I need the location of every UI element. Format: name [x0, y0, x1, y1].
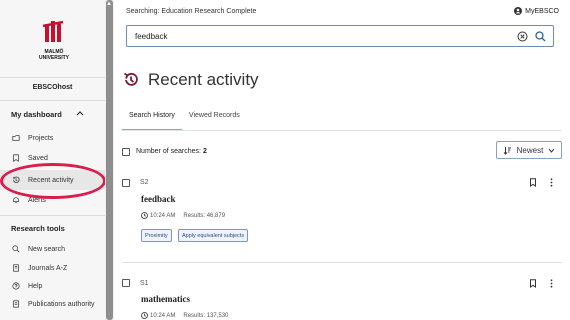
record-meta: 10:24 AM Results: 46,879: [141, 212, 225, 219]
sidebar-scrollbar[interactable]: ▲: [105, 0, 114, 320]
sidebar-divider: [0, 215, 105, 216]
more-options-icon[interactable]: [550, 178, 553, 187]
chevron-down-icon: [548, 148, 555, 153]
logo-text-line2: UNIVERSITY: [38, 55, 69, 61]
sidebar: MALMÖ UNIVERSITY EBSCOhost My dashboard …: [0, 0, 105, 320]
sidebar-divider: [0, 100, 105, 101]
sidebar-item-journals[interactable]: Journals A-Z: [0, 258, 105, 278]
sidebar-item-label: Saved: [28, 154, 48, 162]
search-option-chip: Proximity: [141, 229, 172, 242]
search-option-chip: Apply equivalent subjects: [178, 229, 249, 242]
sidebar-item-new-search[interactable]: New search: [0, 239, 105, 259]
search-submit-icon[interactable]: [535, 31, 546, 42]
record-results: Results: 137,530: [183, 312, 229, 319]
user-account-icon: [514, 7, 523, 15]
number-of-searches-value: 2: [202, 148, 207, 155]
main-content: Searching: Education Research Complete M…: [114, 0, 570, 320]
bookmark-icon[interactable]: [529, 279, 537, 288]
sidebar-item-label: Help: [28, 282, 43, 290]
sidebar-item-label: Projects: [28, 134, 54, 142]
scroll-up-arrow-icon[interactable]: ▲: [106, 1, 112, 7]
more-options-icon[interactable]: [550, 279, 553, 288]
sort-label: Newest: [516, 145, 544, 155]
search-bar: [126, 25, 554, 47]
sidebar-item-alerts[interactable]: Alerts: [0, 190, 105, 210]
document-icon: [11, 299, 21, 309]
sidebar-item-help[interactable]: Help: [0, 276, 105, 296]
searching-database-label: Searching: Education Research Complete: [126, 8, 257, 15]
search-icon: [11, 244, 21, 254]
history-icon: [124, 72, 138, 86]
record-search-term[interactable]: feedback: [141, 194, 176, 204]
sidebar-item-saved[interactable]: Saved: [0, 148, 105, 168]
myebsco-label: MyEBSCO: [525, 7, 559, 15]
clock-icon: [141, 312, 148, 319]
record-number: S1: [140, 280, 149, 287]
research-tools-heading: Research tools: [11, 224, 65, 233]
tabs-divider: [122, 130, 562, 131]
sidebar-item-publications-authority[interactable]: Publications authority: [0, 294, 105, 314]
help-icon: [11, 281, 21, 291]
logo-mark-icon: [42, 20, 64, 42]
record-results: Results: 46,879: [183, 212, 226, 219]
activity-tabs: Search History Viewed Records: [122, 109, 247, 131]
history-icon: [11, 175, 21, 185]
record-number: S2: [140, 179, 149, 186]
sort-dropdown[interactable]: Newest: [496, 141, 562, 159]
logo-text: MALMÖ UNIVERSITY: [34, 49, 74, 61]
clear-search-icon[interactable]: [517, 31, 528, 42]
chevron-up-icon[interactable]: [76, 110, 84, 116]
sidebar-item-recent-activity[interactable]: Recent activity: [0, 170, 105, 190]
scrollbar-thumb[interactable]: [106, 0, 113, 320]
record-checkbox[interactable]: [122, 179, 130, 187]
journal-icon: [11, 263, 21, 273]
record-meta: 10:24 AM Results: 137,530: [141, 312, 228, 319]
sidebar-item-label: Alerts: [28, 196, 46, 204]
bookmark-icon[interactable]: [529, 178, 537, 187]
sidebar-item-label: Journals A-Z: [28, 264, 68, 272]
ebscohost-link[interactable]: EBSCOhost: [0, 84, 105, 91]
page-title: Recent activity: [148, 70, 259, 89]
tab-viewed-records[interactable]: Viewed Records: [182, 109, 247, 131]
bookmark-icon: [11, 153, 21, 163]
sidebar-item-label: Publications authority: [28, 300, 95, 308]
record-actions: [529, 279, 553, 288]
sidebar-divider: [0, 77, 105, 78]
dashboard-heading[interactable]: My dashboard: [11, 110, 62, 119]
record-checkbox[interactable]: [122, 279, 130, 287]
search-input[interactable]: [135, 30, 515, 43]
page-header: Recent activity: [122, 70, 259, 90]
record-time: 10:24 AM: [150, 212, 176, 219]
app-window: MALMÖ UNIVERSITY EBSCOhost My dashboard …: [0, 0, 570, 320]
sidebar-item-label: Recent activity: [28, 176, 74, 184]
record-search-term[interactable]: mathematics: [141, 294, 190, 304]
sort-icon: [503, 146, 511, 155]
record-actions: [529, 178, 553, 187]
myebsco-button[interactable]: MyEBSCO: [514, 7, 559, 15]
record-divider: [122, 262, 562, 263]
bell-icon: [11, 195, 21, 205]
sidebar-item-label: New search: [28, 245, 65, 253]
tab-search-history[interactable]: Search History: [122, 109, 182, 131]
number-of-searches: Number of searches: 2: [136, 148, 207, 155]
folder-icon: [11, 133, 21, 143]
clock-icon: [141, 212, 148, 219]
sidebar-item-projects[interactable]: Projects: [0, 128, 105, 148]
number-of-searches-label: Number of searches:: [136, 148, 201, 155]
select-all-checkbox[interactable]: [122, 148, 130, 156]
record-time: 10:24 AM: [150, 312, 176, 319]
